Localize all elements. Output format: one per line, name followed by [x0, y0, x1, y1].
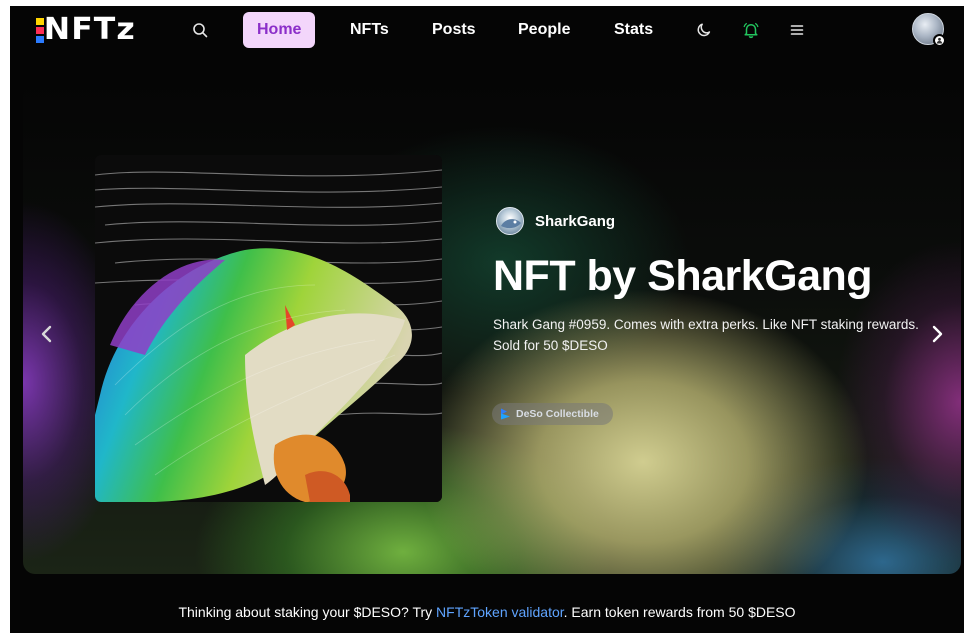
- user-avatar[interactable]: [912, 13, 946, 47]
- bell-icon[interactable]: [739, 18, 763, 42]
- account-switch-icon: [933, 34, 946, 47]
- nav-nfts[interactable]: NFTs: [336, 12, 403, 48]
- creator-link[interactable]: SharkGang: [496, 207, 615, 235]
- nft-title: NFT by SharkGang: [493, 252, 873, 300]
- creator-avatar: [496, 207, 524, 235]
- nft-description: Shark Gang #0959. Comes with extra perks…: [493, 314, 953, 356]
- app-frame: NFTz Home NFTs Posts People Stats SharkG…: [10, 6, 964, 633]
- nft-artwork-image[interactable]: [95, 155, 442, 502]
- nftz-logo[interactable]: NFTz: [36, 12, 136, 47]
- banner-text-end: . Earn token rewards from 50 $DESO: [563, 604, 796, 620]
- logo-bars-icon: [36, 17, 44, 43]
- nft-description-text: Shark Gang #0959. Comes with extra perks…: [493, 317, 919, 332]
- banner-text-start: Thinking about staking your $DESO? Try: [178, 604, 437, 620]
- staking-banner: Thinking about staking your $DESO? Try N…: [10, 604, 964, 620]
- search-icon[interactable]: [188, 18, 212, 42]
- hamburger-icon[interactable]: [785, 18, 809, 42]
- deso-logo-icon: [501, 408, 510, 420]
- validator-link[interactable]: NFTzToken validator: [436, 604, 564, 620]
- nav-posts[interactable]: Posts: [418, 12, 490, 48]
- creator-name: SharkGang: [535, 212, 616, 230]
- top-nav: NFTz Home NFTs Posts People Stats: [10, 6, 964, 54]
- nav-home[interactable]: Home: [243, 12, 316, 48]
- deso-collectible-badge: DeSo Collectible: [492, 403, 613, 425]
- featured-nft-carousel: SharkGang NFT by SharkGang Shark Gang #0…: [23, 82, 961, 574]
- nft-sale-price: Sold for 50 $DESO: [493, 338, 608, 353]
- moon-icon[interactable]: [692, 18, 716, 42]
- badge-label: DeSo Collectible: [516, 408, 599, 420]
- chevron-left-icon[interactable]: [35, 322, 59, 346]
- nav-people[interactable]: People: [504, 12, 584, 48]
- logo-text: NFTz: [43, 12, 136, 47]
- nav-stats[interactable]: Stats: [600, 12, 667, 48]
